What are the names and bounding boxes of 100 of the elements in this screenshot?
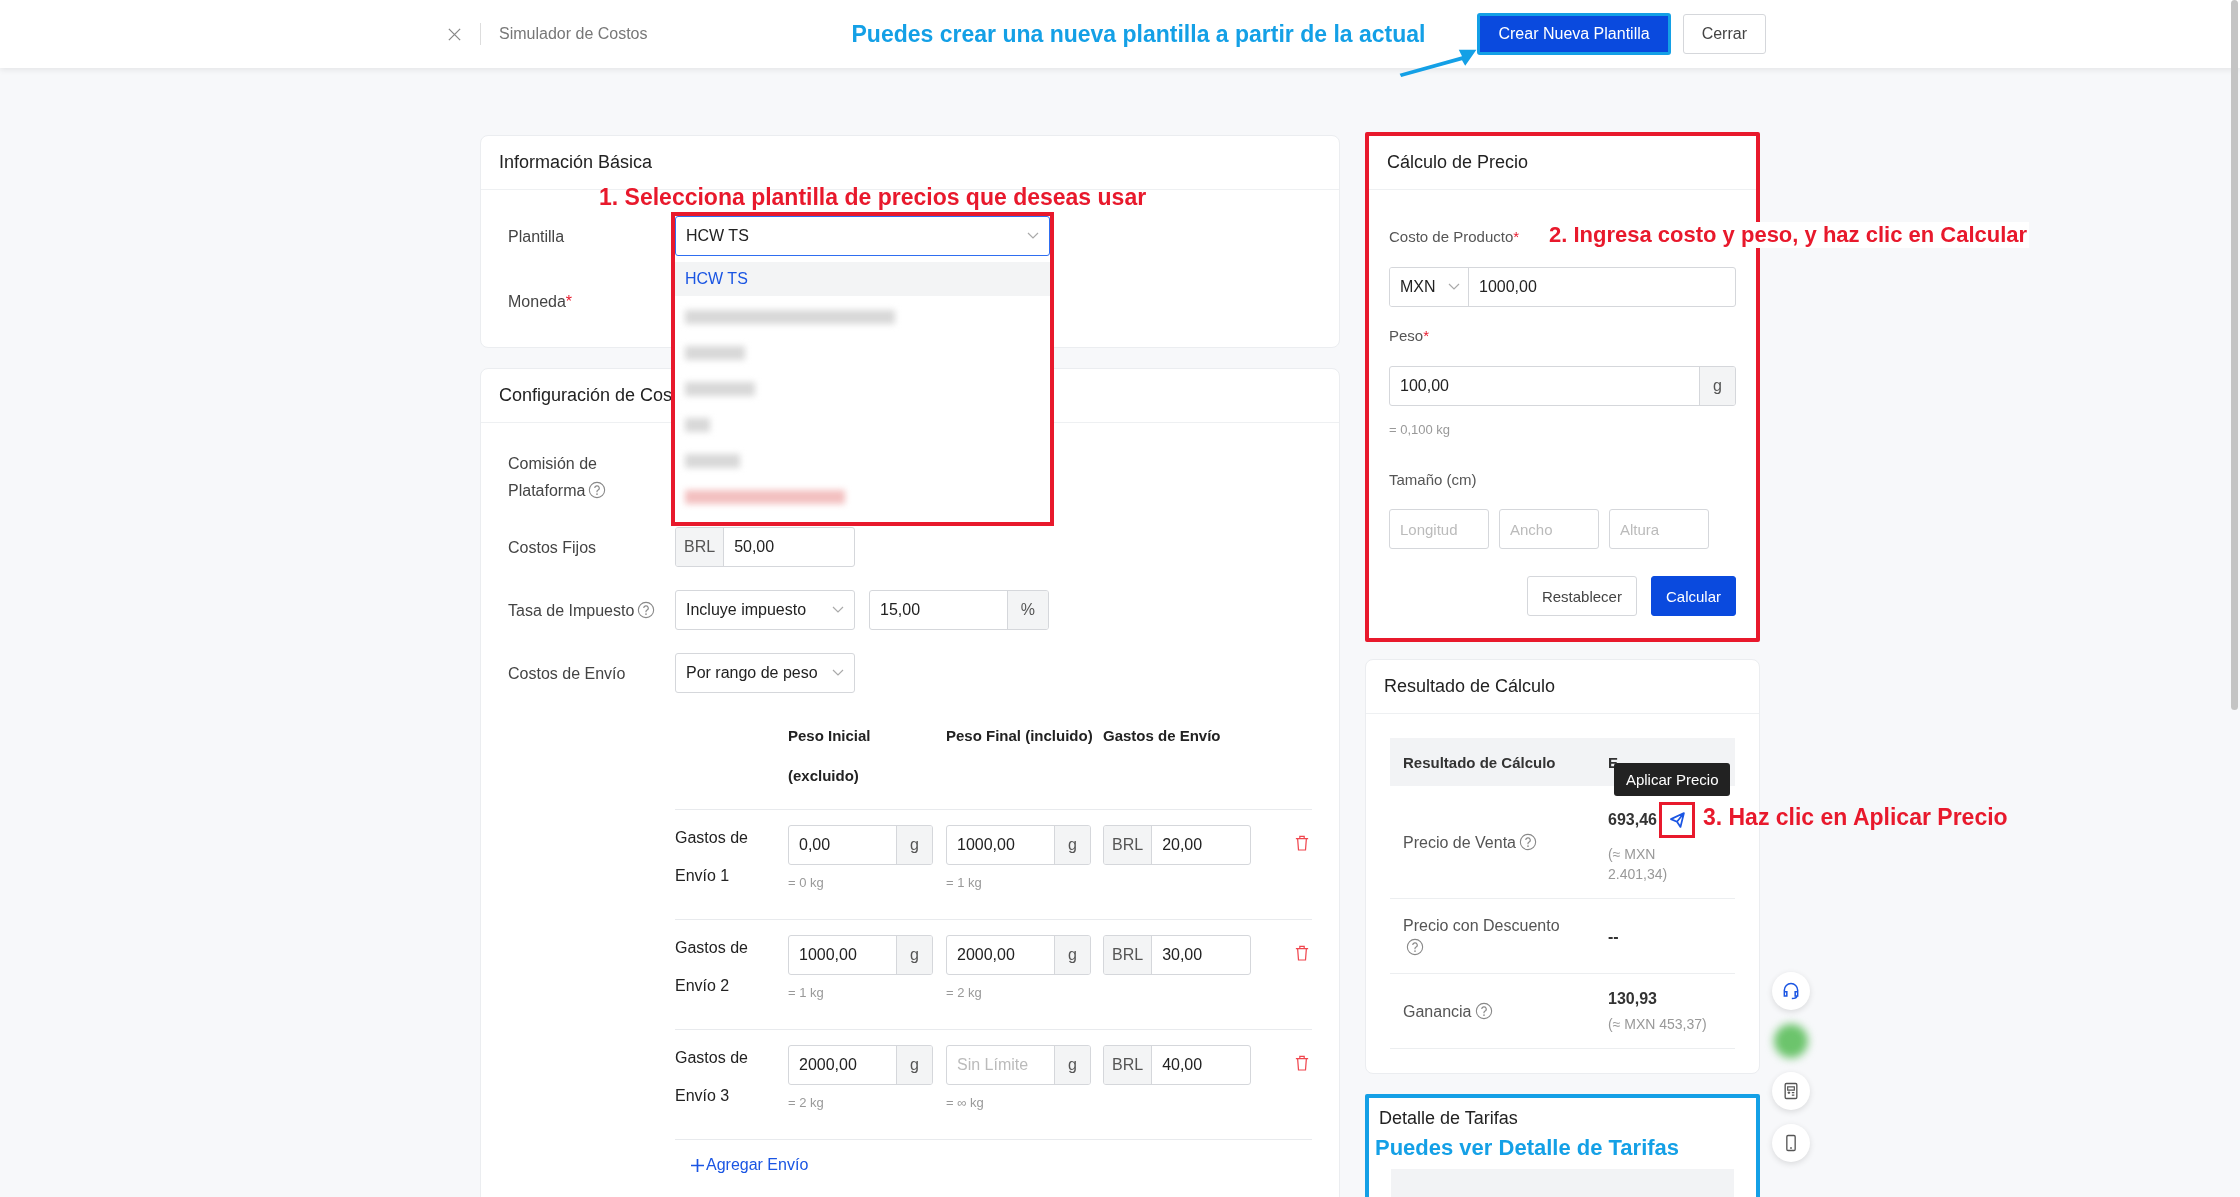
dropdown-option[interactable]: HCW TS	[675, 262, 1050, 296]
end-weight-field[interactable]: Sin Límite g	[946, 1045, 1091, 1085]
field-value: 100,00	[1399, 376, 1450, 396]
header-button[interactable]: Crear Nueva Plantilla	[1477, 13, 1671, 55]
headset-icon	[1781, 981, 1801, 1001]
currency-label: BRL	[676, 528, 725, 566]
currency-select[interactable]: MXN	[1390, 268, 1469, 306]
help-icon[interactable]	[1474, 1002, 1493, 1020]
field-label: Peso	[1389, 327, 1424, 344]
field-label: Comisión de Plataforma	[508, 455, 597, 499]
page-title: Simulador de Costos	[499, 25, 648, 43]
card-title: Cálculo de Precio	[1387, 152, 1529, 173]
start-weight-field[interactable]: 2000,00 g	[788, 1045, 933, 1085]
field-label: Costos de Envío	[508, 664, 626, 682]
delete-icon[interactable]	[1295, 1055, 1309, 1071]
field-label: Plantilla	[508, 228, 565, 245]
end-weight-field[interactable]: 1000,00 g	[946, 825, 1091, 865]
shipping-fee-field[interactable]: BRL 20,00	[1103, 825, 1251, 865]
size-input[interactable]: Longitud	[1389, 509, 1489, 549]
tax-select[interactable]: Incluye impuesto	[675, 590, 855, 630]
result-value: --	[1608, 928, 1619, 946]
send-icon[interactable]	[1658, 802, 1695, 838]
product-cost-field[interactable]: MXN 1000,00	[1389, 267, 1736, 307]
mobile-button[interactable]	[1772, 1124, 1810, 1162]
help-icon[interactable]	[637, 600, 656, 619]
unit-label: g	[1054, 1046, 1090, 1084]
row-label: Precio de Venta	[1403, 834, 1516, 851]
end-weight-field[interactable]: 2000,00 g	[946, 935, 1091, 975]
select-value: HCW TS	[686, 227, 749, 245]
start-weight-field[interactable]: 1000,00 g	[788, 935, 933, 975]
start-weight-field[interactable]: 0,00 g	[788, 825, 933, 865]
fixed-cost-field[interactable]: BRL 50,00	[675, 527, 855, 567]
converted-value: (≈ MXN 2.401,34)	[1608, 845, 1669, 884]
unit-label: g	[1054, 936, 1090, 974]
close-icon[interactable]	[447, 26, 462, 42]
card-title: Resultado de Cálculo	[1384, 676, 1556, 697]
weight-field[interactable]: 100,00 g	[1389, 366, 1736, 406]
annotation-text: 2. Ingresa costo y peso, y haz clic en Calcular	[1549, 222, 2030, 248]
column-header: Peso Final (incluido)	[946, 726, 1094, 746]
card-title: Configuración de Cos	[499, 385, 673, 406]
conversion-note: = 2 kg	[788, 1095, 825, 1110]
unit-label: g	[896, 936, 932, 974]
result-value: 693,46	[1608, 811, 1657, 829]
placeholder: Sin Límite	[956, 1055, 1030, 1075]
plus-icon	[691, 1158, 704, 1172]
chevron-icon	[832, 606, 844, 614]
column-header: Resultado de Cálculo	[1402, 753, 1557, 771]
column-header: Gastos de Envío	[1103, 726, 1222, 746]
add-shipping-link[interactable]: Agregar Envío	[691, 1156, 809, 1174]
field-value: 40,00	[1161, 1055, 1204, 1075]
shipping-mode-select[interactable]: Por rango de peso	[675, 653, 855, 693]
row-label: Gastos de Envío 2	[675, 938, 749, 996]
help-icon[interactable]	[1518, 833, 1537, 851]
size-input[interactable]: Altura	[1609, 509, 1709, 549]
field-value: 2000,00	[798, 1055, 858, 1075]
column-header: Peso Inicial (excluido)	[788, 726, 872, 786]
field-label: Tamaño (cm)	[1389, 471, 1477, 488]
unit-label: g	[1054, 826, 1090, 864]
delete-icon[interactable]	[1295, 945, 1309, 961]
delete-icon[interactable]	[1295, 835, 1309, 851]
blurred-button-drawing	[1774, 1024, 1808, 1058]
chevron-icon	[1448, 283, 1460, 291]
field-label: Costo de Producto	[1389, 228, 1514, 245]
scrollbar[interactable]	[2231, 0, 2238, 710]
row-label: Gastos de Envío 3	[675, 1048, 749, 1106]
shipping-fee-field[interactable]: BRL 30,00	[1103, 935, 1251, 975]
annotation-text: Puedes crear una nueva plantilla a partir de la actual	[851, 20, 1426, 48]
field-value: 30,00	[1161, 945, 1204, 965]
field-label: Costos Fijos	[508, 538, 597, 556]
row-label: Gastos de Envío 1	[675, 828, 749, 886]
required-mark: *	[1513, 228, 1520, 245]
unit-label: g	[896, 826, 932, 864]
field-value: 50,00	[733, 537, 776, 557]
row-label: Ganancia	[1403, 1003, 1472, 1020]
currency-label: BRL	[1104, 1046, 1153, 1084]
currency-label: BRL	[1104, 936, 1153, 974]
size-input[interactable]: Ancho	[1499, 509, 1599, 549]
tax-rate-field[interactable]: 15,00 %	[869, 590, 1049, 630]
help-icon[interactable]	[588, 481, 607, 499]
field-label: Moneda	[508, 293, 566, 310]
chevron-icon	[1027, 232, 1039, 240]
header-button[interactable]: Cerrar	[1682, 14, 1766, 54]
field-label: Tasa de Impuesto	[508, 601, 635, 619]
field-value: 2000,00	[956, 945, 1016, 965]
form-button[interactable]: Restablecer	[1526, 576, 1637, 616]
chevron-icon	[832, 669, 844, 677]
form-button[interactable]: Calcular	[1650, 576, 1736, 616]
conversion-note: = 0,100 kg	[1389, 422, 1452, 437]
template-select[interactable]: HCW TS	[675, 216, 1050, 256]
unit-label: g	[1699, 367, 1735, 405]
conversion-note: = 2 kg	[946, 985, 983, 1000]
annotation-text: Puedes ver Detalle de Tarifas	[1374, 1134, 1681, 1161]
calculator-button[interactable]	[1772, 1072, 1810, 1110]
select-value: Incluye impuesto	[686, 601, 807, 619]
support-button[interactable]	[1772, 972, 1810, 1010]
field-value: 0,00	[798, 835, 832, 855]
required-mark: *	[1423, 327, 1430, 344]
help-icon[interactable]	[1406, 938, 1424, 956]
shipping-fee-field[interactable]: BRL 40,00	[1103, 1045, 1251, 1085]
unit-label: %	[1006, 591, 1048, 629]
